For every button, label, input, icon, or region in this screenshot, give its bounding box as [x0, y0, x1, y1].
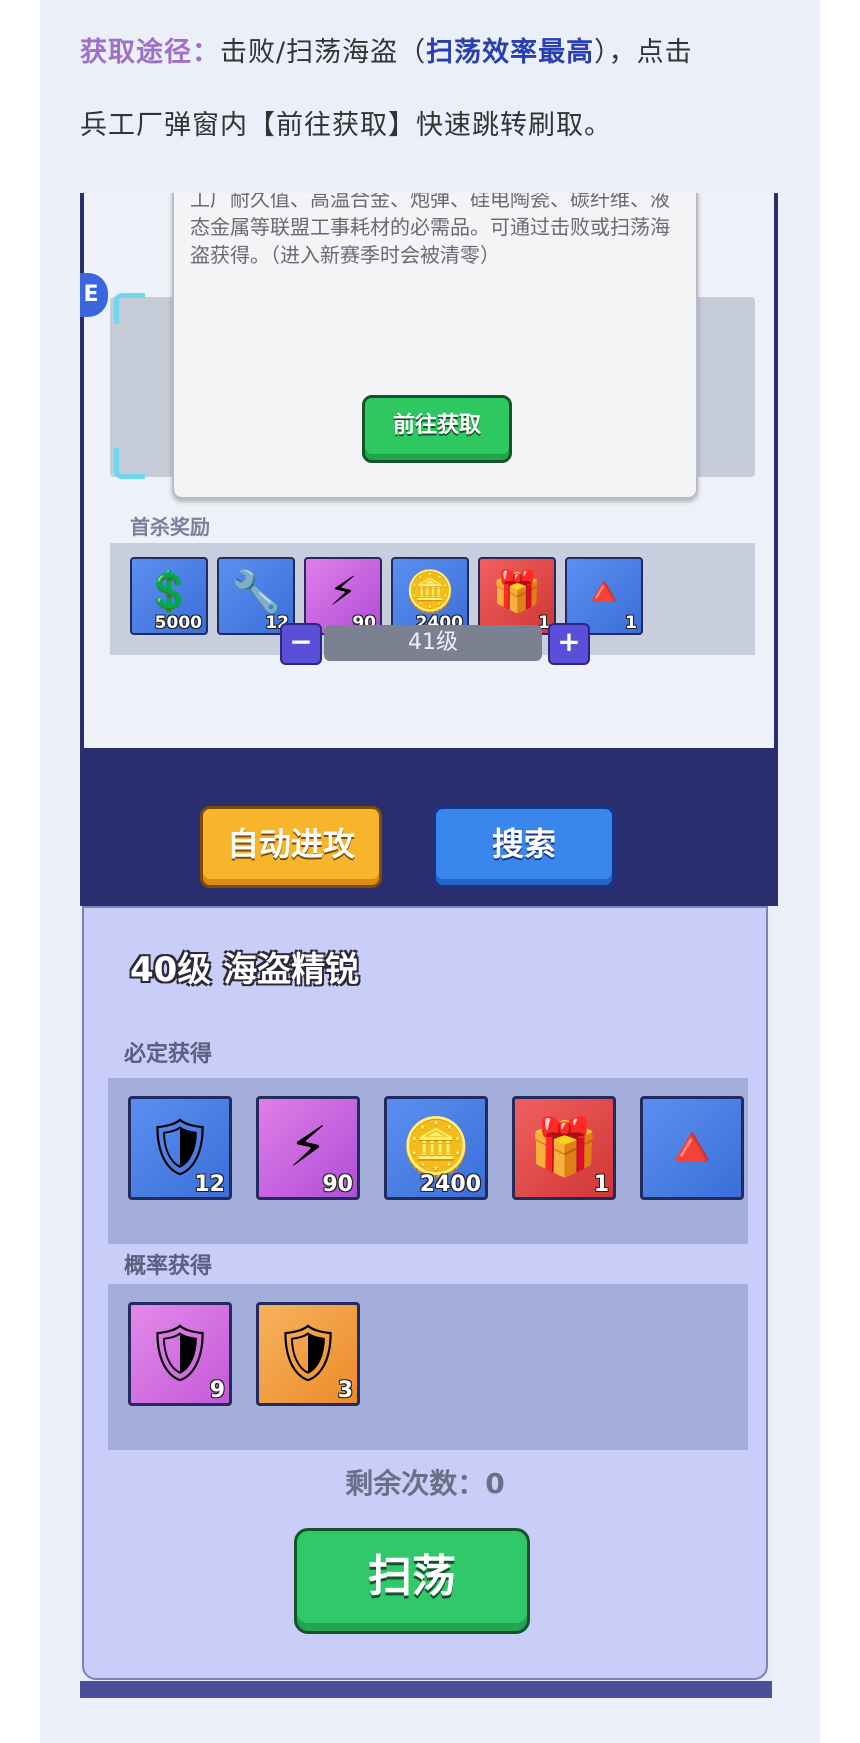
- item-quantity: 1: [625, 613, 637, 633]
- guaranteed-drops-strip: 🛡 12 ⚡ 90 🪙 2400 🎁 1 🔺: [108, 1078, 748, 1244]
- acquire-path-highlight: 扫荡效率最高: [426, 37, 595, 68]
- sweep-button[interactable]: 扫荡: [294, 1528, 530, 1634]
- item-quantity: 5000: [154, 613, 202, 633]
- item-quantity: 2400: [419, 1172, 481, 1197]
- item-tile[interactable]: 🛡 3: [256, 1302, 360, 1406]
- acquire-path-line-2: 兵工厂弹窗内【前往获取】快速跳转刷取。: [80, 110, 612, 141]
- acquire-path-text-b: ），点击: [594, 37, 693, 68]
- pirate-title: 40级 海盗精锐: [130, 950, 360, 990]
- level-stepper: − 41级 +: [280, 623, 590, 665]
- pyramid-icon: 🔺: [657, 1115, 727, 1180]
- item-tile[interactable]: 🪙 2400: [384, 1096, 488, 1200]
- background-strip: [80, 1681, 772, 1698]
- pirate-info-card: 40级 海盗精锐 必定获得 🛡 12 ⚡ 90 🪙 2400 🎁 1 🔺 概率获得 🛡 9 🛡 3 剩…: [82, 906, 768, 1680]
- pyramid-icon: 🔺: [579, 569, 629, 615]
- gold-coin-icon: 🪙: [405, 569, 455, 615]
- item-quantity: 90: [322, 1172, 353, 1197]
- chance-drops-label: 概率获得: [124, 1254, 213, 1279]
- resource-info-dialog: 工厂耐久值、高温合金、炮弹、硅电陶瓷、碳纤维、液态金属等联盟工事耗材的必需品。可…: [172, 193, 698, 499]
- item-tile[interactable]: 💲 5000: [130, 557, 208, 635]
- frame-corner-bottom-left: [114, 448, 145, 479]
- side-badge[interactable]: E: [80, 273, 108, 317]
- remaining-attempts: 剩余次数：0: [345, 1467, 505, 1500]
- level-decrease-button[interactable]: −: [280, 623, 322, 665]
- acquire-path-line-1: 获取途径：击败/扫荡海盗（扫荡效率最高），点击: [80, 30, 780, 69]
- item-quantity: 12: [194, 1172, 225, 1197]
- frame-corner-top-left: [114, 293, 145, 324]
- guaranteed-drops-label: 必定获得: [124, 1042, 213, 1067]
- first-kill-reward-label: 首杀奖励: [130, 515, 210, 539]
- item-tile[interactable]: 🛡 12: [128, 1096, 232, 1200]
- item-tile[interactable]: 🔺: [640, 1096, 744, 1200]
- screenshot-arsenal-popup: E 首杀奖励 💲 5000 🔧 12 ⚡ 90 🪙 2400 🎁 1 🔺 1 − 41级 + 工厂耐久…: [80, 193, 778, 906]
- search-button[interactable]: 搜索: [433, 806, 615, 888]
- chance-drops-strip: 🛡 9 🛡 3: [108, 1284, 748, 1450]
- goto-acquire-button[interactable]: 前往获取: [362, 395, 512, 463]
- level-value: 41级: [324, 625, 542, 661]
- item-tile[interactable]: 🎁 1: [512, 1096, 616, 1200]
- resource-description: 工厂耐久值、高温合金、炮弹、硅电陶瓷、碳纤维、液态金属等联盟工事耗材的必需品。可…: [190, 193, 670, 267]
- red-chest-icon: 🎁: [492, 569, 542, 615]
- item-quantity: 3: [337, 1378, 353, 1403]
- weapon-part-icon: 🔧: [231, 569, 281, 615]
- item-quantity: 1: [593, 1172, 609, 1197]
- screenshot-pirate-sweep: 40级 海盗精锐 必定获得 🛡 12 ⚡ 90 🪙 2400 🎁 1 🔺 概率获得 🛡 9 🛡 3 剩…: [80, 906, 772, 1698]
- item-quantity: 9: [209, 1378, 225, 1403]
- auto-attack-button[interactable]: 自动进攻: [200, 806, 382, 888]
- item-tile[interactable]: ⚡ 90: [256, 1096, 360, 1200]
- acquire-path-label: 获取途径：: [80, 37, 220, 68]
- item-tile[interactable]: 🛡 9: [128, 1302, 232, 1406]
- acquire-path-text-a: 击败/扫荡海盗（: [220, 37, 427, 68]
- s-token-icon: 💲: [144, 569, 194, 615]
- level-increase-button[interactable]: +: [548, 623, 590, 665]
- energy-crystal-icon: ⚡: [328, 569, 358, 615]
- arsenal-panel: E 首杀奖励 💲 5000 🔧 12 ⚡ 90 🪙 2400 🎁 1 🔺 1 − 41级 + 工厂耐久…: [80, 193, 774, 748]
